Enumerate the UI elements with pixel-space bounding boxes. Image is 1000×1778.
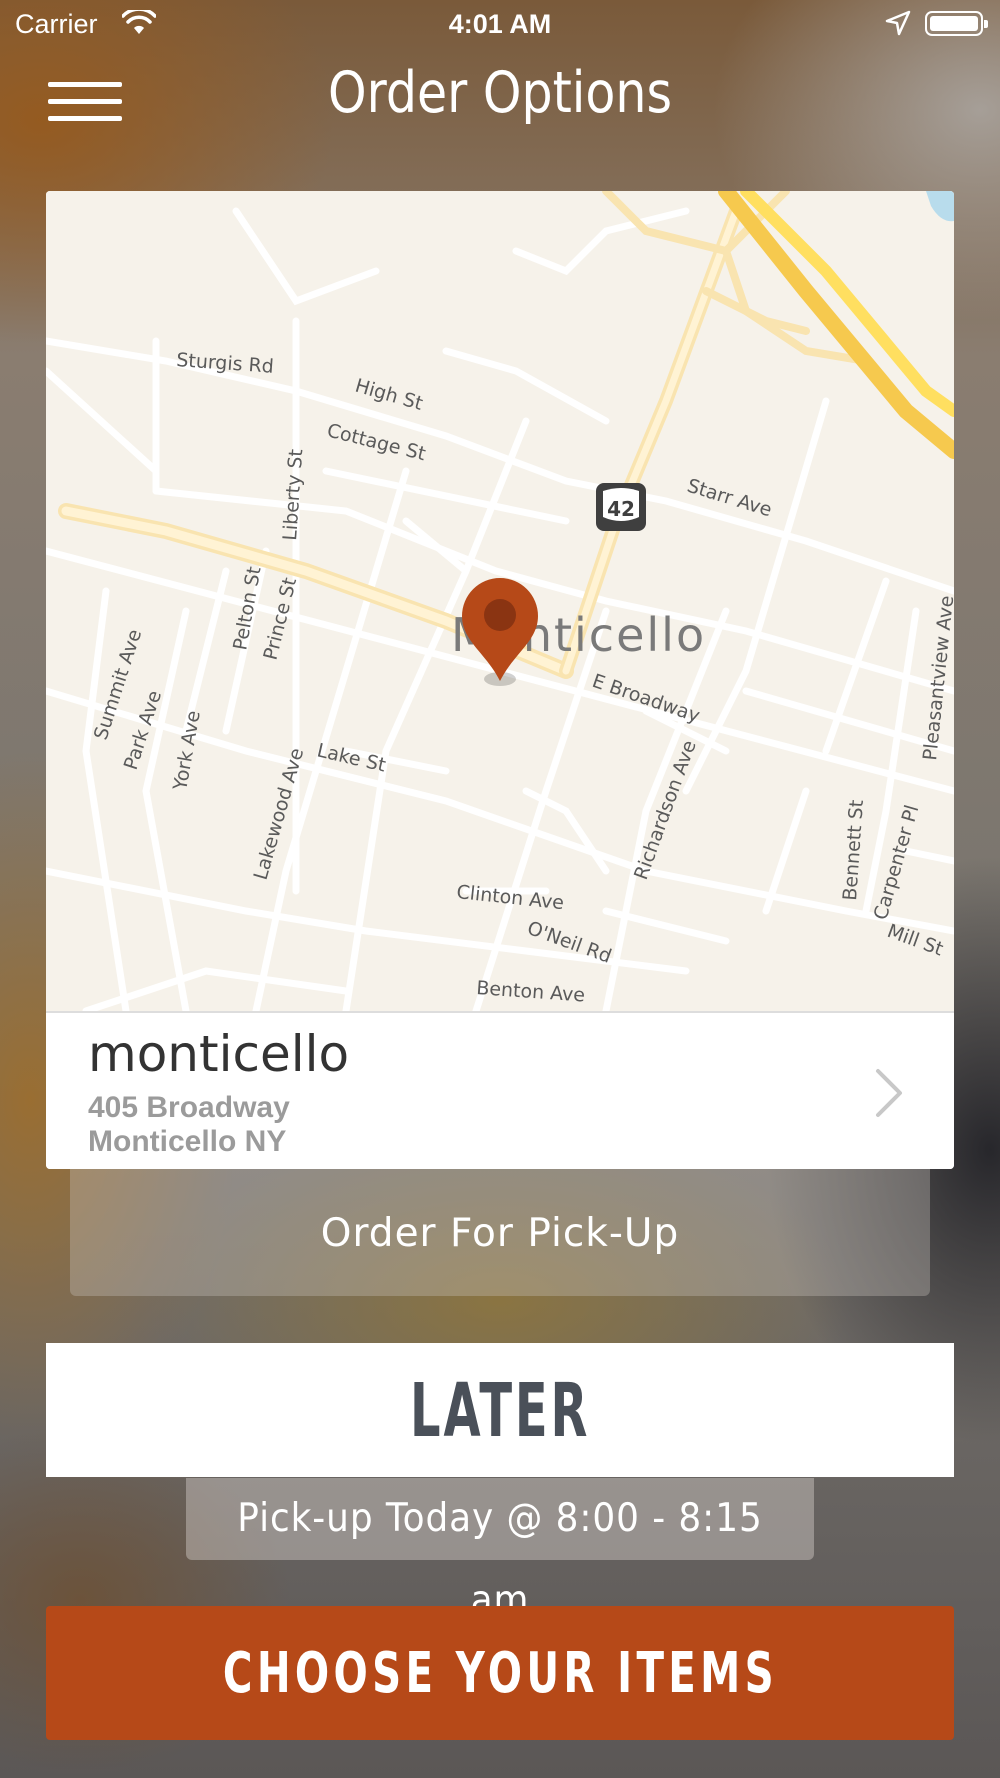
chevron-right-icon[interactable]: [868, 1063, 908, 1123]
store-address-line1: 405 Broadway: [88, 1091, 290, 1124]
order-type-pickup[interactable]: Order For Pick-Up: [70, 1169, 930, 1296]
store-map[interactable]: 42 Sturgis Rd High St Cottage St Liberty…: [46, 191, 954, 1011]
later-button-label: LATER: [409, 1368, 591, 1454]
store-name: monticello: [88, 1025, 350, 1083]
choose-items-label: CHOOSE YOUR ITEMS: [222, 1641, 778, 1706]
store-details[interactable]: monticello 405 Broadway Monticello NY: [46, 1011, 954, 1169]
status-time: 4:01 AM: [448, 9, 552, 39]
svg-text:42: 42: [607, 497, 635, 521]
later-button[interactable]: LATER: [46, 1343, 954, 1477]
navigation-bar: Order Options: [0, 52, 1000, 138]
battery-icon: [925, 11, 988, 36]
choose-items-button[interactable]: CHOOSE YOUR ITEMS: [46, 1606, 954, 1740]
store-card: 42 Sturgis Rd High St Cottage St Liberty…: [46, 191, 954, 1169]
pickup-time-selector[interactable]: Pick-up Today @ 8:00 - 8:15 am: [186, 1478, 814, 1623]
route-shield-icon: 42: [596, 483, 646, 531]
page-title: Order Options: [327, 60, 673, 126]
location-arrow-icon: [885, 10, 911, 43]
status-bar: Carrier 4:01 AM: [0, 0, 1000, 50]
store-address-line2: Monticello NY: [88, 1125, 287, 1158]
